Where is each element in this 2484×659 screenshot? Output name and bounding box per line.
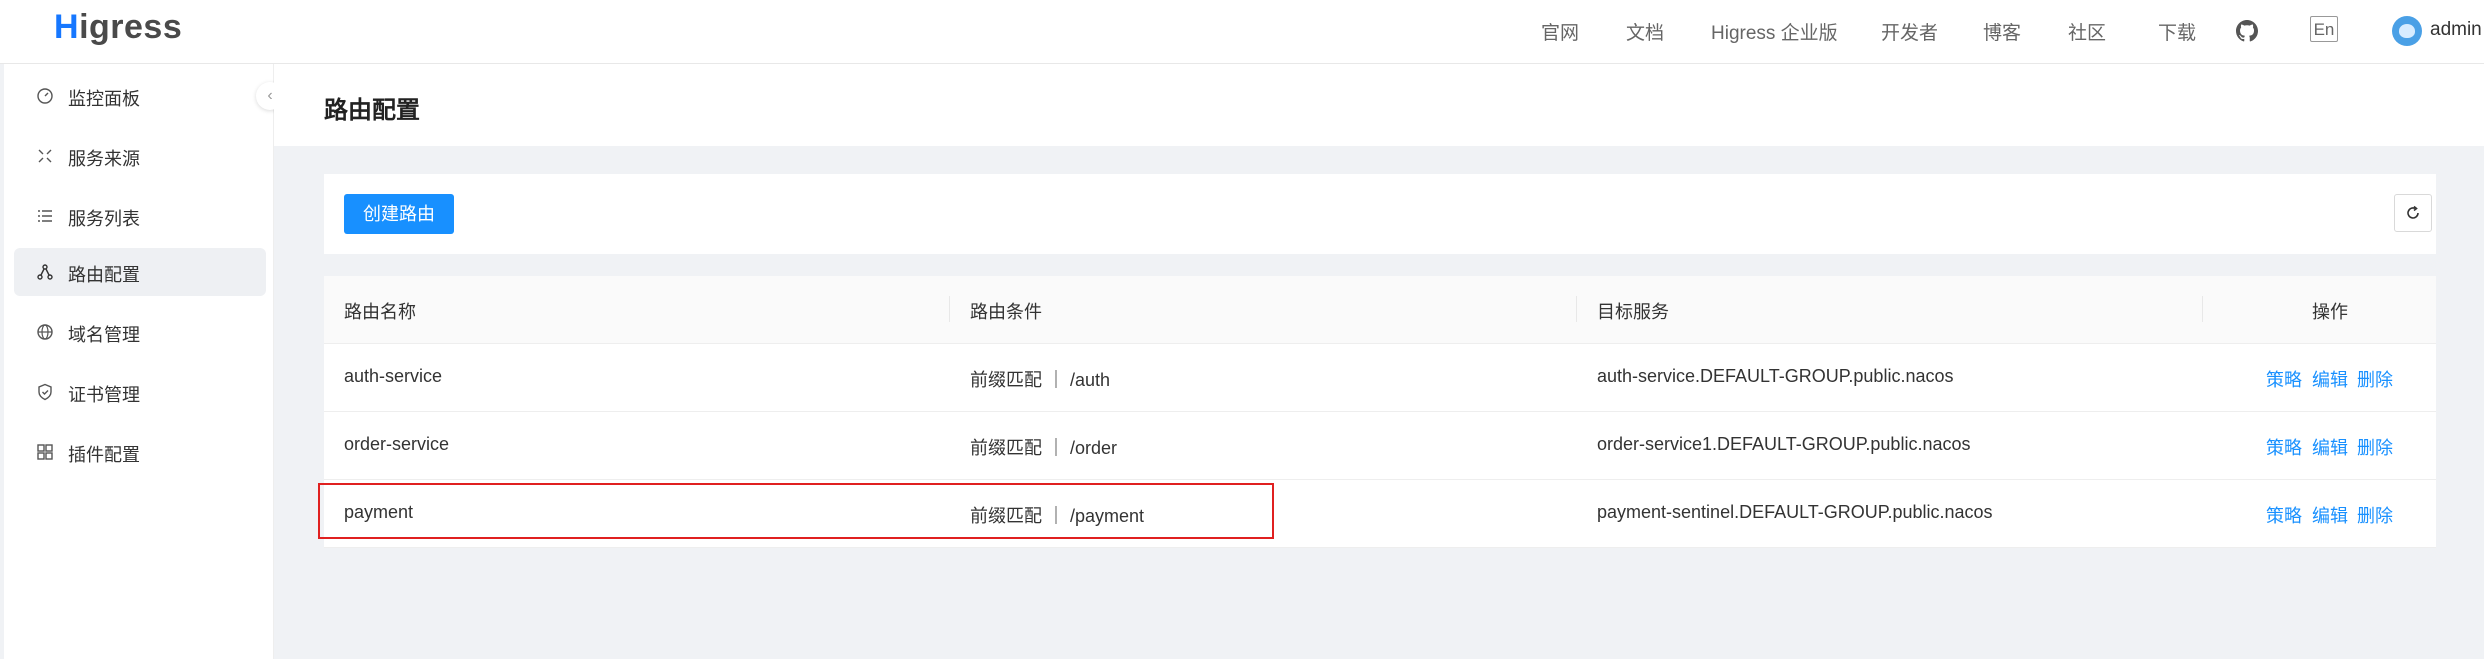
edit-link[interactable]: 编辑	[2312, 434, 2348, 460]
column-divider	[1576, 296, 1577, 322]
page-title: 路由配置	[324, 97, 420, 124]
github-icon[interactable]	[2236, 20, 2258, 42]
column-header-route-condition: 路由条件	[970, 302, 1042, 322]
language-toggle[interactable]: En	[2310, 16, 2338, 42]
toolbar: 创建路由	[324, 174, 2436, 254]
column-header-route-name: 路由名称	[344, 302, 416, 322]
refresh-icon	[2407, 205, 2419, 219]
route-condition-cell: 前缀匹配 ｜ /order	[970, 438, 1118, 458]
sidebar-item-route-config[interactable]: 路由配置	[14, 248, 266, 296]
sidebar-item-label: 域名管理	[68, 325, 140, 345]
avatar[interactable]	[2392, 16, 2422, 46]
list-icon	[38, 210, 52, 222]
column-divider	[949, 296, 950, 322]
route-condition-cell: 前缀匹配 ｜ /auth	[970, 370, 1111, 390]
create-route-button[interactable]: 创建路由	[344, 194, 454, 234]
service-source-icon	[38, 149, 52, 163]
column-divider	[2202, 296, 2203, 322]
sidebar-item-certificate[interactable]: 证书管理	[14, 368, 266, 416]
route-icon	[37, 264, 53, 280]
nav-docs[interactable]: 文档	[1626, 18, 1664, 45]
sidebar-item-label: 插件配置	[68, 445, 140, 465]
sidebar-item-label: 监控面板	[68, 89, 140, 109]
delete-link[interactable]: 删除	[2357, 434, 2393, 460]
policy-link[interactable]: 策略	[2266, 502, 2302, 528]
sidebar-item-label: 证书管理	[68, 385, 140, 405]
edit-link[interactable]: 编辑	[2312, 366, 2348, 392]
sidebar: 监控面板 服务来源 服务列表 路由配置 域名管理 证书管理 插件配置	[4, 64, 274, 659]
table-row: order-service 前缀匹配 ｜ /order order-servic…	[324, 412, 2436, 480]
top-navbar: Higress 官网 文档 Higress 企业版 开发者 博客 社区 下载 E…	[0, 0, 2484, 64]
globe-icon	[37, 324, 53, 340]
table-row: auth-service 前缀匹配 ｜ /auth auth-service.D…	[324, 344, 2436, 412]
sidebar-item-domain[interactable]: 域名管理	[14, 308, 266, 356]
route-name-cell: order-service	[344, 434, 450, 454]
higress-logo[interactable]: Higress	[54, 8, 182, 47]
delete-link[interactable]: 删除	[2357, 366, 2393, 392]
refresh-button[interactable]	[2394, 194, 2432, 232]
nav-developers[interactable]: 开发者	[1881, 18, 1938, 45]
sidebar-item-plugin[interactable]: 插件配置	[14, 428, 266, 476]
shield-icon	[38, 383, 52, 401]
policy-link[interactable]: 策略	[2266, 366, 2302, 392]
sidebar-item-dashboard[interactable]: 监控面板	[14, 72, 266, 120]
column-header-actions: 操作	[2312, 302, 2348, 322]
plugin-icon	[37, 444, 53, 460]
user-name[interactable]: admin	[2430, 19, 2482, 41]
sidebar-item-label: 服务来源	[68, 149, 140, 169]
highlight-box	[318, 483, 1274, 539]
delete-link[interactable]: 删除	[2357, 502, 2393, 528]
sidebar-item-service-list[interactable]: 服务列表	[14, 192, 266, 240]
edit-link[interactable]: 编辑	[2312, 502, 2348, 528]
column-header-target-service: 目标服务	[1597, 302, 1669, 322]
nav-community[interactable]: 社区	[2068, 18, 2106, 45]
target-service-cell: auth-service.DEFAULT-GROUP.public.nacos	[1597, 366, 1954, 386]
policy-link[interactable]: 策略	[2266, 434, 2302, 460]
nav-enterprise[interactable]: Higress 企业版	[1711, 18, 1838, 45]
nav-download[interactable]: 下载	[2158, 18, 2196, 45]
sidebar-item-service-source[interactable]: 服务来源	[14, 132, 266, 180]
table-header: 路由名称 路由条件 目标服务 操作	[324, 276, 2436, 344]
page-header: 路由配置	[274, 64, 2484, 146]
target-service-cell: order-service1.DEFAULT-GROUP.public.naco…	[1597, 434, 1971, 454]
sidebar-item-label: 服务列表	[68, 209, 140, 229]
route-name-cell: auth-service	[344, 366, 443, 386]
nav-official-site[interactable]: 官网	[1541, 18, 1579, 45]
dashboard-icon	[37, 88, 53, 104]
nav-blog[interactable]: 博客	[1983, 18, 2021, 45]
target-service-cell: payment-sentinel.DEFAULT-GROUP.public.na…	[1597, 502, 1993, 522]
sidebar-item-label: 路由配置	[68, 265, 140, 285]
